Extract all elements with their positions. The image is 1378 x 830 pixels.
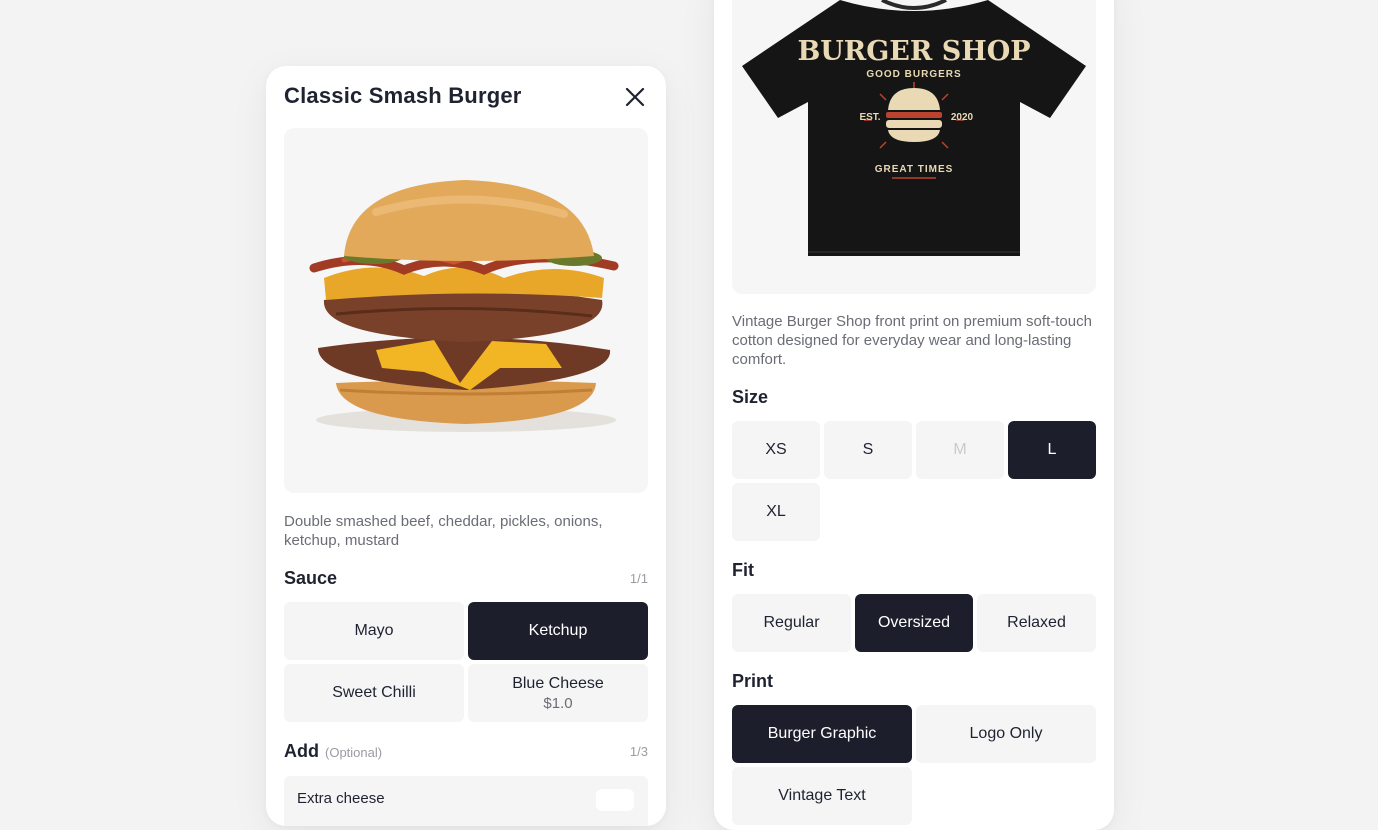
add-option-extra-cheese[interactable]: Extra cheese [284,776,648,826]
option-label: Oversized [877,614,951,631]
size-option-m: M [916,421,1004,479]
close-icon [625,87,645,107]
burger-description: Double smashed beef, cheddar, pickles, o… [284,513,603,549]
print-year: 2020 [951,112,974,123]
print-label: Print [732,671,774,691]
option-label: L [1047,441,1057,458]
option-label: Vintage Text [778,787,866,804]
fit-option-regular[interactable]: Regular [732,594,851,652]
sauce-option-sweet-chilli[interactable]: Sweet Chilli [284,664,464,722]
option-label: S [862,441,874,458]
tshirt-illustration: BURGER SHOP GOOD BURGERS EST. 2020 GREAT… [742,0,1086,256]
burger-customize-modal: Classic Smash Burger Double smashed beef… [266,66,666,826]
option-price: $1.0 [543,694,573,712]
option-label: Ketchup [528,622,588,639]
option-label: Mayo [354,622,394,639]
sauce-label-text: Sauce [284,568,338,588]
size-option-xl[interactable]: XL [732,483,820,541]
print-option-burger-graphic[interactable]: Burger Graphic [732,705,912,763]
close-button[interactable] [622,84,648,110]
tshirt-product-card: BURGER SHOP GOOD BURGERS EST. 2020 GREAT… [714,0,1114,830]
print-option-vintage-text[interactable]: Vintage Text [732,767,912,825]
print-headline: BURGER SHOP [797,36,1030,67]
print-subline: GOOD BURGERS [866,69,961,80]
add-label-text: Add [284,741,319,761]
modal-title: Classic Smash Burger [284,83,522,108]
option-label: XS [765,441,787,458]
option-label: Logo Only [969,725,1043,742]
sauce-option-mayo[interactable]: Mayo [284,602,464,660]
option-label: XL [766,503,786,520]
tshirt-image: BURGER SHOP GOOD BURGERS EST. 2020 GREAT… [732,0,1096,294]
size-option-s[interactable]: S [824,421,912,479]
print-est: EST. [859,112,880,123]
add-option-checkbox[interactable] [596,789,634,811]
size-label: Size [732,387,769,407]
sauce-counter: 1/1 [629,571,648,586]
add-counter: 1/3 [629,744,648,759]
add-label: Add (Optional) [284,741,382,762]
sauce-option-ketchup[interactable]: Ketchup [468,602,648,660]
option-label: Relaxed [1007,614,1066,631]
size-option-l[interactable]: L [1008,421,1096,479]
option-label: Blue Cheese [512,674,604,692]
optional-hint: (Optional) [325,745,383,760]
tshirt-description: Vintage Burger Shop front print on premi… [732,313,1092,368]
print-option-logo-only[interactable]: Logo Only [916,705,1096,763]
fit-option-oversized[interactable]: Oversized [855,594,973,652]
sauce-option-blue-cheese[interactable]: Blue Cheese $1.0 [468,664,648,722]
print-tagline: GREAT TIMES [875,164,954,175]
sauce-label: Sauce [284,568,337,589]
burger-image [284,128,648,493]
burger-illustration [309,180,619,432]
fit-option-relaxed[interactable]: Relaxed [977,594,1096,652]
add-option-label: Extra cheese [297,790,385,807]
option-label: Sweet Chilli [332,684,416,701]
option-label: M [953,441,967,458]
option-label: Burger Graphic [767,725,877,742]
size-option-xs[interactable]: XS [732,421,820,479]
fit-label: Fit [732,560,754,580]
option-label: Regular [763,614,820,631]
